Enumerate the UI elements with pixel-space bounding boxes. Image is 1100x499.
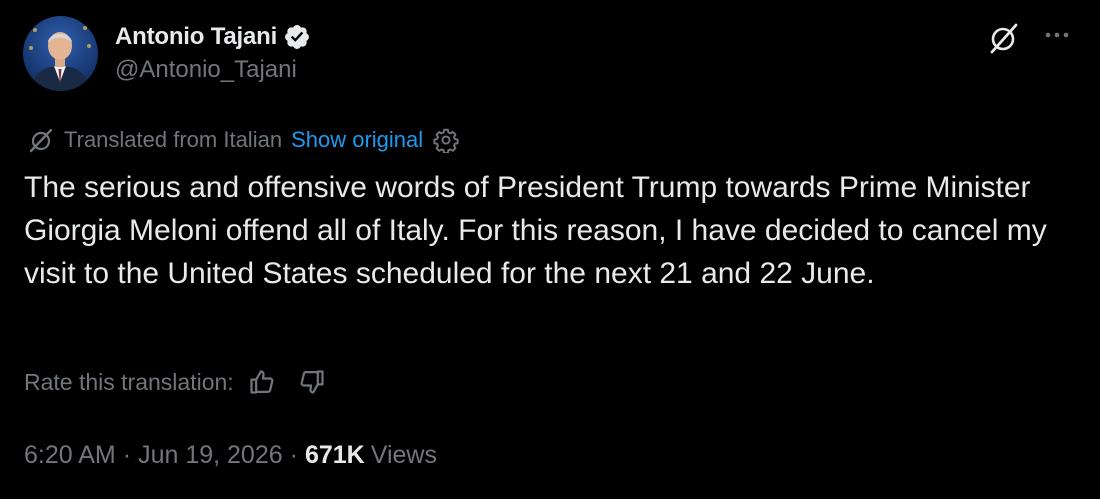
meta-separator: · — [289, 440, 298, 469]
translation-row: Translated from Italian Show original — [27, 124, 459, 156]
avatar[interactable] — [23, 16, 98, 91]
thumbs-up-icon[interactable] — [248, 368, 276, 396]
rate-translation-label: Rate this translation: — [24, 368, 234, 395]
views-count: 671K — [304, 440, 365, 469]
author-display-name[interactable]: Antonio Tajani — [115, 23, 277, 51]
grok-icon[interactable] — [985, 21, 1023, 55]
more-icon[interactable] — [1039, 20, 1075, 50]
tweet-meta-row: 6:20 AM · Jun 19, 2026 · 671K Views — [24, 436, 437, 474]
verified-badge-icon[interactable] — [283, 23, 311, 51]
author-block: Antonio Tajani @Antonio_Tajani — [115, 20, 311, 84]
thumbs-down-icon[interactable] — [298, 368, 326, 396]
meta-separator: · — [122, 440, 132, 469]
tweet: Antonio Tajani @Antonio_Tajani Translate… — [0, 0, 1100, 499]
author-handle[interactable]: @Antonio_Tajani — [115, 56, 311, 84]
tweet-date[interactable]: Jun 19, 2026 — [138, 441, 283, 470]
translate-icon — [29, 128, 53, 153]
tweet-text: The serious and offensive words of Presi… — [24, 171, 1047, 290]
tweet-time[interactable]: 6:20 AM — [24, 441, 116, 470]
gear-icon[interactable] — [433, 127, 459, 153]
rate-translation-row: Rate this translation: — [24, 364, 326, 400]
views-label: Views — [370, 440, 437, 469]
translated-from-label: Translated from Italian — [64, 127, 283, 152]
avatar-image — [23, 16, 98, 91]
name-row: Antonio Tajani — [115, 20, 311, 54]
show-original-link[interactable]: Show original — [291, 127, 423, 153]
